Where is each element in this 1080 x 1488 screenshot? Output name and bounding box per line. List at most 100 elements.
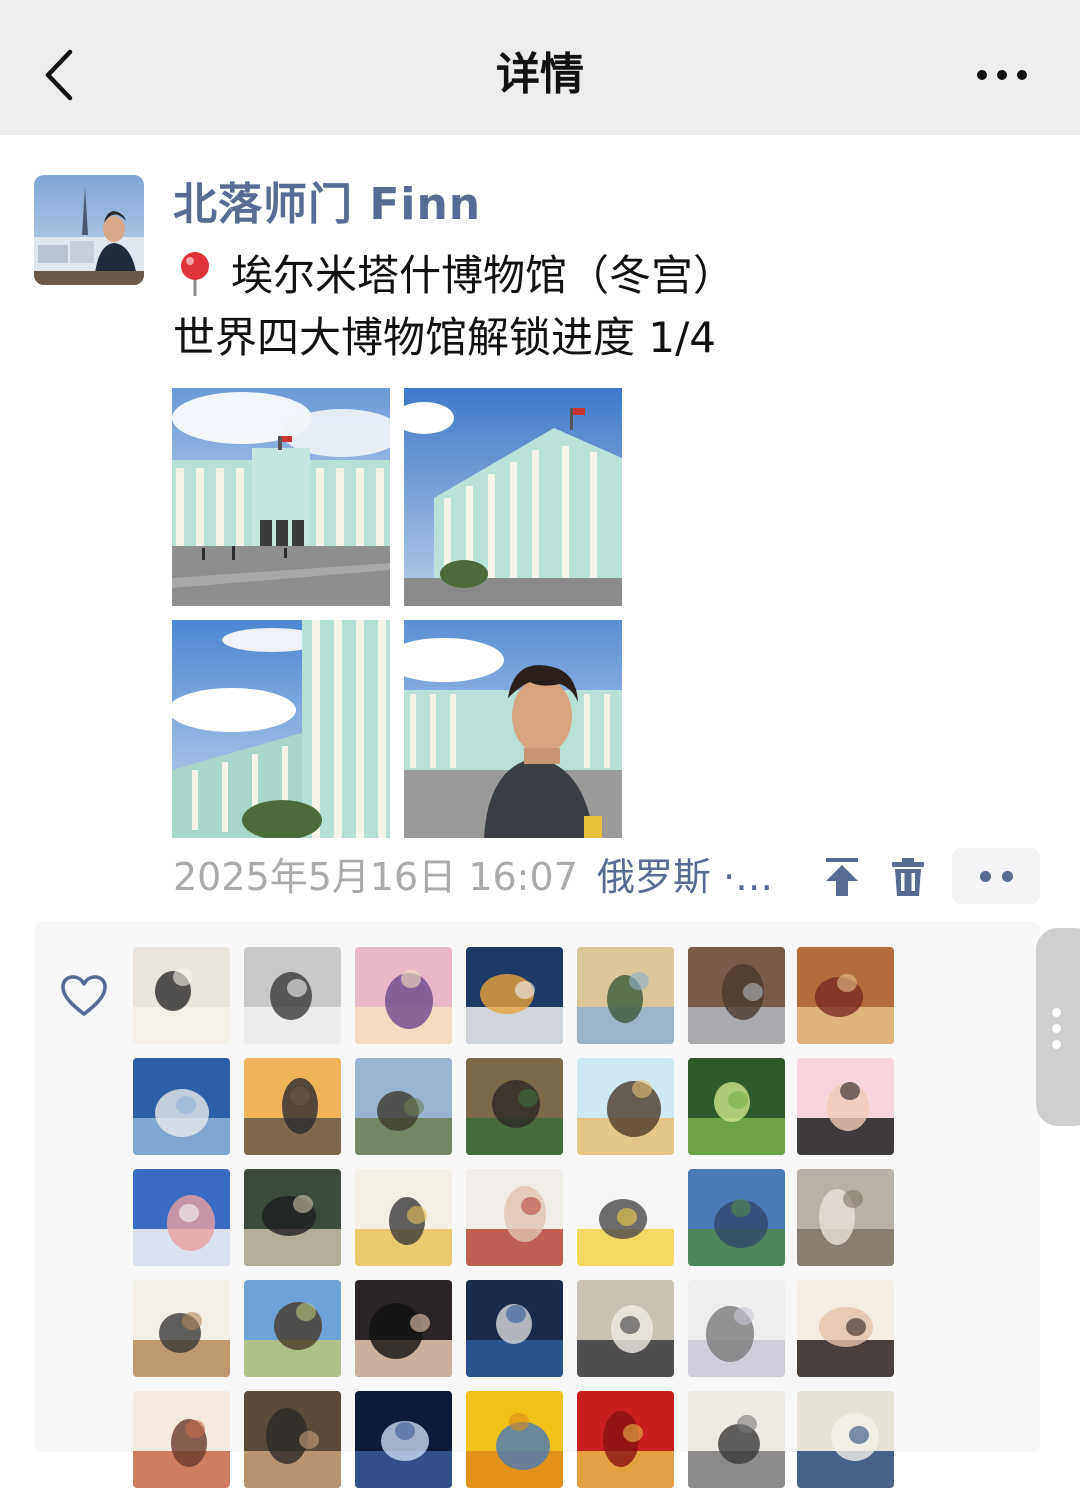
liker-avatar[interactable]	[466, 1391, 563, 1488]
liker-avatar[interactable]	[244, 1280, 341, 1377]
liker-avatar[interactable]	[466, 1169, 563, 1266]
liker-avatar-image	[355, 1280, 452, 1377]
post-timestamp: 2025年5月16日 16:07	[173, 855, 578, 899]
more-options-button[interactable]	[970, 56, 1034, 96]
liker-avatar-image	[355, 947, 452, 1044]
liker-avatar-image	[577, 1169, 674, 1266]
side-scroll-handle[interactable]	[1036, 928, 1080, 1126]
dot-icon	[1052, 1024, 1061, 1033]
back-button[interactable]	[36, 44, 96, 106]
liker-avatar[interactable]	[355, 1169, 452, 1266]
liker-avatar-image	[688, 1280, 785, 1377]
liker-avatar-image	[577, 1058, 674, 1155]
liker-avatar[interactable]	[133, 1280, 230, 1377]
liker-avatar[interactable]	[355, 1280, 452, 1377]
page-title: 详情	[496, 49, 584, 100]
liker-avatar[interactable]	[133, 947, 230, 1044]
liker-avatar[interactable]	[688, 1169, 785, 1266]
author-name[interactable]: 北落师门 Finn	[173, 177, 481, 233]
liker-avatar-image	[688, 1391, 785, 1488]
liker-avatar-image	[133, 947, 230, 1044]
liker-avatar-image	[797, 1169, 894, 1266]
liker-avatar[interactable]	[797, 1280, 894, 1377]
liker-avatar[interactable]	[688, 1280, 785, 1377]
liker-avatar-image	[133, 1280, 230, 1377]
post-location-tag[interactable]: 俄罗斯 ·…	[597, 852, 773, 902]
post-photo-1[interactable]	[172, 388, 390, 606]
delete-button[interactable]	[890, 856, 926, 898]
liker-avatar[interactable]	[797, 1169, 894, 1266]
liker-avatar[interactable]	[577, 947, 674, 1044]
winter-palace-facade-photo	[172, 620, 390, 838]
liker-avatar-image	[244, 1280, 341, 1377]
trash-icon	[892, 858, 924, 896]
liker-avatar-image	[797, 1280, 894, 1377]
top-navigation-bar: 详情	[0, 0, 1080, 135]
location-text: 埃尔米塔什博物馆（冬宫）	[231, 251, 736, 300]
liker-avatar[interactable]	[797, 1391, 894, 1488]
liker-avatar-image	[355, 1058, 452, 1155]
liker-avatar[interactable]	[688, 947, 785, 1044]
dot-icon	[1052, 1008, 1061, 1017]
dot-icon	[1002, 871, 1013, 882]
heart-outline-icon	[61, 975, 107, 1016]
post-photo-3[interactable]	[172, 620, 390, 838]
liker-avatar-image	[797, 1058, 894, 1155]
post-photo-2[interactable]	[404, 388, 622, 606]
liker-avatar[interactable]	[133, 1058, 230, 1155]
liker-avatar[interactable]	[466, 947, 563, 1044]
liker-avatar[interactable]	[577, 1280, 674, 1377]
liker-avatar-image	[797, 1391, 894, 1488]
pin-to-top-button[interactable]	[822, 856, 862, 898]
liker-avatar[interactable]	[797, 1058, 894, 1155]
liker-avatar-image	[466, 1280, 563, 1377]
liker-avatar-image	[577, 1280, 674, 1377]
liker-avatar-image	[466, 947, 563, 1044]
liker-avatar-image	[133, 1391, 230, 1488]
winter-palace-corner-photo	[404, 388, 622, 606]
liker-avatar-image	[244, 947, 341, 1044]
liker-avatar-image	[466, 1391, 563, 1488]
liker-avatar-image	[355, 1169, 452, 1266]
author-avatar[interactable]	[34, 175, 144, 285]
more-dots-button[interactable]	[952, 848, 1040, 904]
liker-avatar[interactable]	[466, 1280, 563, 1377]
liker-avatar-image	[688, 1169, 785, 1266]
post-photo-4[interactable]	[404, 620, 622, 838]
liker-avatar[interactable]	[466, 1058, 563, 1155]
liker-avatar-image	[688, 947, 785, 1044]
liker-avatar[interactable]	[244, 1058, 341, 1155]
winter-palace-square-photo	[172, 388, 390, 606]
liker-avatar[interactable]	[244, 1169, 341, 1266]
liker-avatar[interactable]	[355, 947, 452, 1044]
more-horizontal-icon	[977, 70, 1027, 80]
liker-avatar[interactable]	[244, 1391, 341, 1488]
liker-avatar[interactable]	[797, 947, 894, 1044]
liker-avatar[interactable]	[133, 1391, 230, 1488]
liker-avatar-image	[244, 1391, 341, 1488]
liker-avatar-image	[355, 1391, 452, 1488]
liker-avatar[interactable]	[577, 1058, 674, 1155]
liker-avatar-image	[577, 947, 674, 1044]
liker-avatar-image	[466, 1058, 563, 1155]
liker-avatar[interactable]	[577, 1391, 674, 1488]
liker-avatar[interactable]	[133, 1169, 230, 1266]
liker-avatar-image	[133, 1058, 230, 1155]
avatar-image	[34, 175, 144, 285]
pin-top-icon	[826, 858, 858, 896]
liker-avatar[interactable]	[244, 947, 341, 1044]
liker-avatar-image	[133, 1169, 230, 1266]
chevron-left-icon	[45, 49, 73, 101]
liker-avatar[interactable]	[355, 1058, 452, 1155]
liker-avatar-image	[244, 1169, 341, 1266]
liker-avatar[interactable]	[688, 1391, 785, 1488]
liker-avatar[interactable]	[355, 1391, 452, 1488]
liker-avatar[interactable]	[577, 1169, 674, 1266]
round-pushpin-icon	[181, 252, 209, 296]
liker-avatar-image	[244, 1058, 341, 1155]
dot-icon	[1052, 1040, 1061, 1049]
liker-avatar[interactable]	[688, 1058, 785, 1155]
liker-avatar-image	[577, 1391, 674, 1488]
liker-avatar-image	[466, 1169, 563, 1266]
selfie-at-palace-photo	[404, 620, 622, 838]
